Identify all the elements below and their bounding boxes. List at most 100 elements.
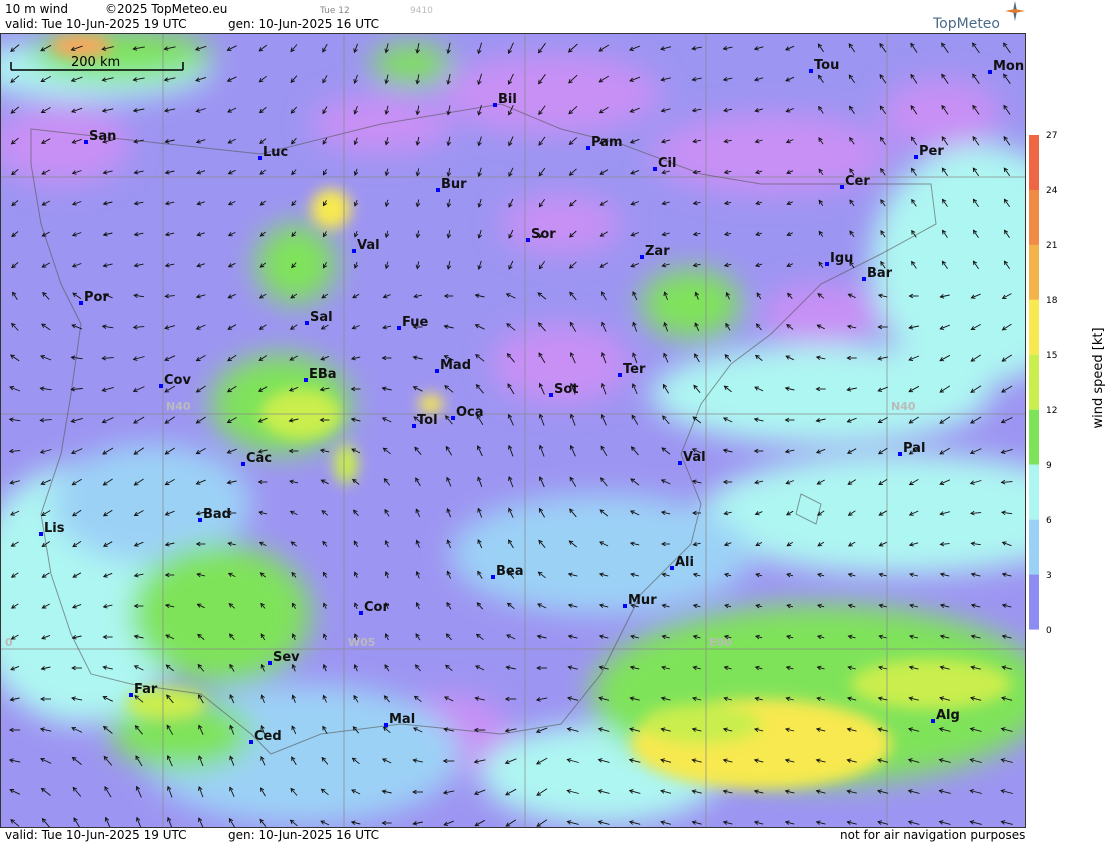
city-label[interactable]: Sev xyxy=(273,650,300,665)
city-marker-dot xyxy=(549,393,553,397)
color-legend: 27 24 21 18 15 12 9 6 3 0 wind speed [kt] xyxy=(1026,33,1117,828)
footer-bar: valid: Tue 10-Jun-2025 19 UTC gen: 10-Ju… xyxy=(0,828,1026,843)
grid-label-w05: W05 xyxy=(348,636,375,649)
city-label[interactable]: Pal xyxy=(903,441,925,456)
city-marker-dot xyxy=(586,146,590,150)
city-label[interactable]: Igu xyxy=(830,251,853,266)
city-label[interactable]: Far xyxy=(134,682,158,697)
product-title: 10 m wind xyxy=(5,2,68,16)
city-marker-dot xyxy=(359,611,363,615)
city-label[interactable]: Bad xyxy=(203,507,231,522)
city-marker-dot xyxy=(670,566,674,570)
city-label[interactable]: EBa xyxy=(309,367,337,382)
city-marker-dot xyxy=(862,277,866,281)
city-label[interactable]: Bea xyxy=(496,564,524,579)
city-label[interactable]: San xyxy=(89,129,116,144)
city-marker-dot xyxy=(198,518,202,522)
city-label[interactable]: Bar xyxy=(867,266,893,281)
city-label[interactable]: Sal xyxy=(310,310,333,325)
city-marker-dot xyxy=(412,424,416,428)
city-label[interactable]: Bur xyxy=(441,177,467,192)
city-marker-dot xyxy=(249,740,253,744)
city-label[interactable]: Bil xyxy=(498,92,517,107)
city-label[interactable]: Zar xyxy=(645,244,670,259)
topmeteo-logo-text: TopMeteo xyxy=(933,16,1000,32)
city-marker-dot xyxy=(435,369,439,373)
city-label[interactable]: Sot xyxy=(554,382,579,397)
city-marker-dot xyxy=(809,69,813,73)
city-label[interactable]: Por xyxy=(84,290,109,305)
city-label[interactable]: Sor xyxy=(531,227,556,242)
wind-map-page: 10 m wind ©2025 TopMeteo.eu Tue 12 9410 … xyxy=(0,0,1117,843)
legend-title: wind speed [kt] xyxy=(1091,327,1106,428)
legend-tick-label: 12 xyxy=(1046,406,1057,416)
topmeteo-logo-icon xyxy=(1005,1,1025,21)
city-label[interactable]: Mad xyxy=(440,358,471,373)
footer-disclaimer: not for air navigation purposes xyxy=(840,828,1026,842)
city-label[interactable]: Cer xyxy=(845,174,870,189)
city-marker-dot xyxy=(79,301,83,305)
code-label: 9410 xyxy=(410,6,433,16)
legend-tick-label: 18 xyxy=(1046,296,1058,306)
grid-label-n40-right: N40 xyxy=(891,400,916,413)
city-marker-dot xyxy=(451,416,455,420)
city-marker-dot xyxy=(618,373,622,377)
city-marker-dot xyxy=(526,238,530,242)
legend-color-band xyxy=(1029,409,1039,465)
city-label[interactable]: Pam xyxy=(591,135,623,150)
city-marker-dot xyxy=(678,461,682,465)
legend-color-band xyxy=(1029,574,1039,630)
city-label[interactable]: Alg xyxy=(936,708,960,723)
city-label[interactable]: Per xyxy=(919,144,944,159)
legend-tick-label: 0 xyxy=(1046,626,1052,636)
city-label[interactable]: Fue xyxy=(402,315,428,330)
city-label[interactable]: Ter xyxy=(623,362,646,377)
city-label[interactable]: Ced xyxy=(254,729,282,744)
city-marker-dot xyxy=(493,103,497,107)
city-label[interactable]: Cor xyxy=(364,600,389,615)
city-label[interactable]: Mal xyxy=(389,712,415,727)
city-marker-dot xyxy=(988,70,992,74)
city-label[interactable]: Cov xyxy=(164,373,191,388)
scale-bar-label: 200 km xyxy=(71,55,120,70)
city-label[interactable]: Cil xyxy=(658,156,676,171)
city-label[interactable]: Val xyxy=(683,450,706,465)
city-marker-dot xyxy=(623,604,627,608)
city-label[interactable]: Ali xyxy=(675,555,694,570)
city-marker-dot xyxy=(352,249,356,253)
city-label[interactable]: Val xyxy=(357,238,380,253)
city-marker-dot xyxy=(39,532,43,536)
city-marker-dot xyxy=(436,188,440,192)
footer-generated-time: gen: 10-Jun-2025 16 UTC xyxy=(228,828,380,842)
legend-tick-label: 15 xyxy=(1046,351,1057,361)
city-label[interactable]: Lis xyxy=(44,521,65,536)
city-label[interactable]: Tou xyxy=(814,58,839,73)
city-label[interactable]: Tol xyxy=(417,413,438,428)
city-marker-dot xyxy=(384,723,388,727)
grid-label-n40: N40 xyxy=(166,400,191,413)
legend-color-band xyxy=(1029,299,1039,355)
legend-color-band xyxy=(1029,519,1039,575)
valid-time: valid: Tue 10-Jun-2025 19 UTC xyxy=(5,17,187,31)
legend-color-band xyxy=(1029,135,1039,190)
legend-tick-label: 3 xyxy=(1046,571,1052,581)
city-marker-dot xyxy=(258,156,262,160)
city-marker-dot xyxy=(653,167,657,171)
city-marker-dot xyxy=(931,719,935,723)
legend-tick-label: 9 xyxy=(1046,461,1052,471)
legend-tick-label: 27 xyxy=(1046,131,1057,141)
city-marker-dot xyxy=(840,185,844,189)
copyright-text: ©2025 TopMeteo.eu xyxy=(105,2,228,16)
city-marker-dot xyxy=(159,384,163,388)
city-label[interactable]: Luc xyxy=(263,145,288,160)
wind-speed-map[interactable]: N40 N40 W05 E00 0 200 km San Luc Bil Pam Tou… xyxy=(0,33,1026,828)
city-marker-dot xyxy=(305,321,309,325)
legend-color-band xyxy=(1029,189,1039,245)
city-label[interactable]: Oca xyxy=(456,405,484,420)
city-label[interactable]: Mon xyxy=(993,59,1024,74)
city-marker-dot xyxy=(491,575,495,579)
city-label[interactable]: Mur xyxy=(628,593,657,608)
city-marker-dot xyxy=(640,255,644,259)
city-label[interactable]: Cac xyxy=(246,451,272,466)
city-marker-dot xyxy=(241,462,245,466)
